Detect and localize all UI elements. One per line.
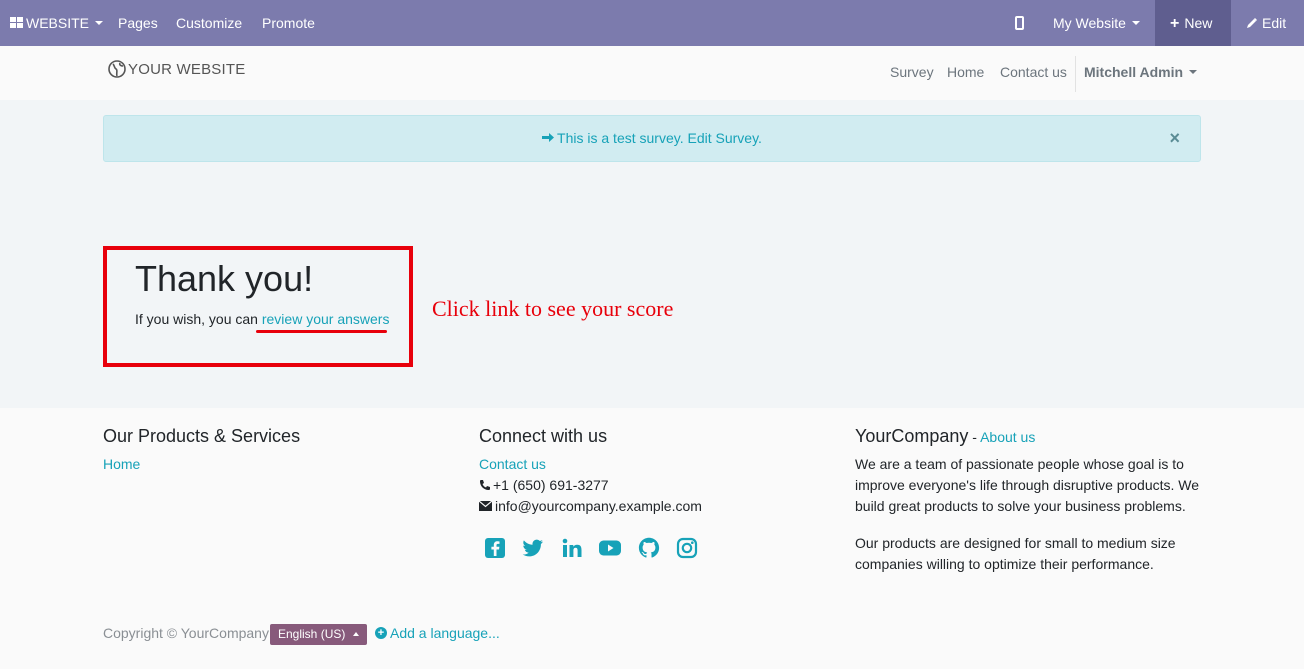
site-logo[interactable]: YOUR WEBSITE — [108, 59, 246, 78]
new-button-label: New — [1184, 15, 1213, 31]
footer-home-link[interactable]: Home — [103, 456, 140, 472]
website-menu-label: WEBSITE — [26, 15, 90, 31]
instagram-icon[interactable] — [675, 536, 699, 560]
annotation-text: Click link to see your score — [432, 296, 674, 321]
footer-contact-link[interactable]: Contact us — [479, 456, 546, 472]
chevron-down-icon — [1131, 21, 1140, 26]
linkedin-icon[interactable] — [560, 536, 584, 560]
edit-button-label: Edit — [1262, 15, 1287, 31]
company-description: We are a team of passionate people whose… — [855, 456, 1200, 514]
annotation-underline — [256, 330, 387, 333]
chevron-down-icon — [95, 21, 104, 26]
company-name: YourCompany — [855, 426, 969, 446]
plus-icon: + — [1170, 15, 1180, 32]
my-website-label: My Website — [1053, 15, 1126, 31]
customize-menu[interactable]: Customize — [176, 0, 242, 46]
close-icon[interactable]: × — [1169, 128, 1180, 149]
about-us-link[interactable]: About us — [980, 429, 1035, 445]
new-button[interactable]: + New — [1155, 0, 1231, 46]
footer-company-heading: YourCompany - About us — [855, 426, 1035, 447]
site-header: YOUR WEBSITE Survey Home Contact us Mitc… — [0, 46, 1304, 100]
mobile-icon — [1015, 15, 1024, 30]
copyright-text: Copyright © YourCompany — [103, 625, 269, 641]
pencil-icon — [1247, 17, 1257, 28]
add-language-link[interactable]: + Add a language... — [375, 625, 500, 641]
footer-products-heading: Our Products & Services — [103, 426, 301, 446]
company-products-text: Our products are designed for small to m… — [855, 535, 1176, 572]
github-icon[interactable] — [637, 536, 661, 560]
heading-separator: - — [968, 429, 981, 445]
mobile-preview-button[interactable] — [1015, 0, 1024, 46]
edit-button[interactable]: Edit — [1246, 0, 1286, 46]
admin-bar: WEBSITE Pages Customize Promote My Websi… — [0, 0, 1304, 46]
arrow-right-icon — [542, 133, 555, 143]
chevron-down-icon — [1189, 70, 1198, 75]
globe-icon — [108, 59, 126, 78]
pages-menu[interactable]: Pages — [118, 0, 158, 46]
facebook-icon[interactable] — [483, 536, 507, 560]
test-survey-alert: This is a test survey. Edit Survey. × — [103, 115, 1201, 162]
footer-connect-heading: Connect with us — [479, 426, 608, 446]
main-content: This is a test survey. Edit Survey. × Th… — [0, 100, 1304, 408]
logo-text: YOUR WEBSITE — [128, 61, 246, 78]
social-links — [483, 536, 709, 560]
footer-phone: +1 (650) 691-3277 — [479, 477, 609, 493]
user-name: Mitchell Admin — [1084, 64, 1184, 80]
plus-circle-icon: + — [375, 626, 387, 639]
edit-survey-link[interactable]: This is a test survey. Edit Survey. — [104, 130, 1200, 146]
language-label: English (US) — [278, 627, 346, 641]
my-website-menu[interactable]: My Website — [1053, 0, 1140, 46]
footer-email: info@yourcompany.example.com — [478, 498, 702, 514]
phone-icon — [480, 479, 490, 490]
phone-text: +1 (650) 691-3277 — [493, 477, 609, 493]
nav-divider — [1075, 56, 1076, 92]
review-prefix: If you wish, you can — [135, 311, 262, 327]
nav-contact-us[interactable]: Contact us — [1000, 64, 1067, 80]
user-menu[interactable]: Mitchell Admin — [1084, 64, 1198, 80]
language-selector[interactable]: English (US) — [270, 624, 368, 645]
nav-home[interactable]: Home — [947, 64, 984, 80]
chevron-up-icon — [353, 631, 360, 636]
website-apps-menu[interactable]: WEBSITE — [10, 0, 104, 46]
email-text: info@yourcompany.example.com — [495, 498, 702, 514]
envelope-icon — [478, 500, 493, 511]
review-answers-link[interactable]: review your answers — [262, 311, 390, 327]
thank-you-title: Thank you! — [135, 258, 314, 299]
nav-survey[interactable]: Survey — [890, 64, 934, 80]
apps-grid-icon — [10, 17, 23, 29]
youtube-icon[interactable] — [598, 536, 622, 560]
alert-message: This is a test survey. Edit Survey. — [557, 130, 762, 146]
promote-menu[interactable]: Promote — [262, 0, 315, 46]
review-answers-text: If you wish, you can review your answers — [135, 311, 389, 327]
add-language-label: Add a language... — [390, 625, 500, 641]
twitter-icon[interactable] — [521, 536, 545, 560]
site-footer: Our Products & Services Home Connect wit… — [0, 408, 1304, 669]
